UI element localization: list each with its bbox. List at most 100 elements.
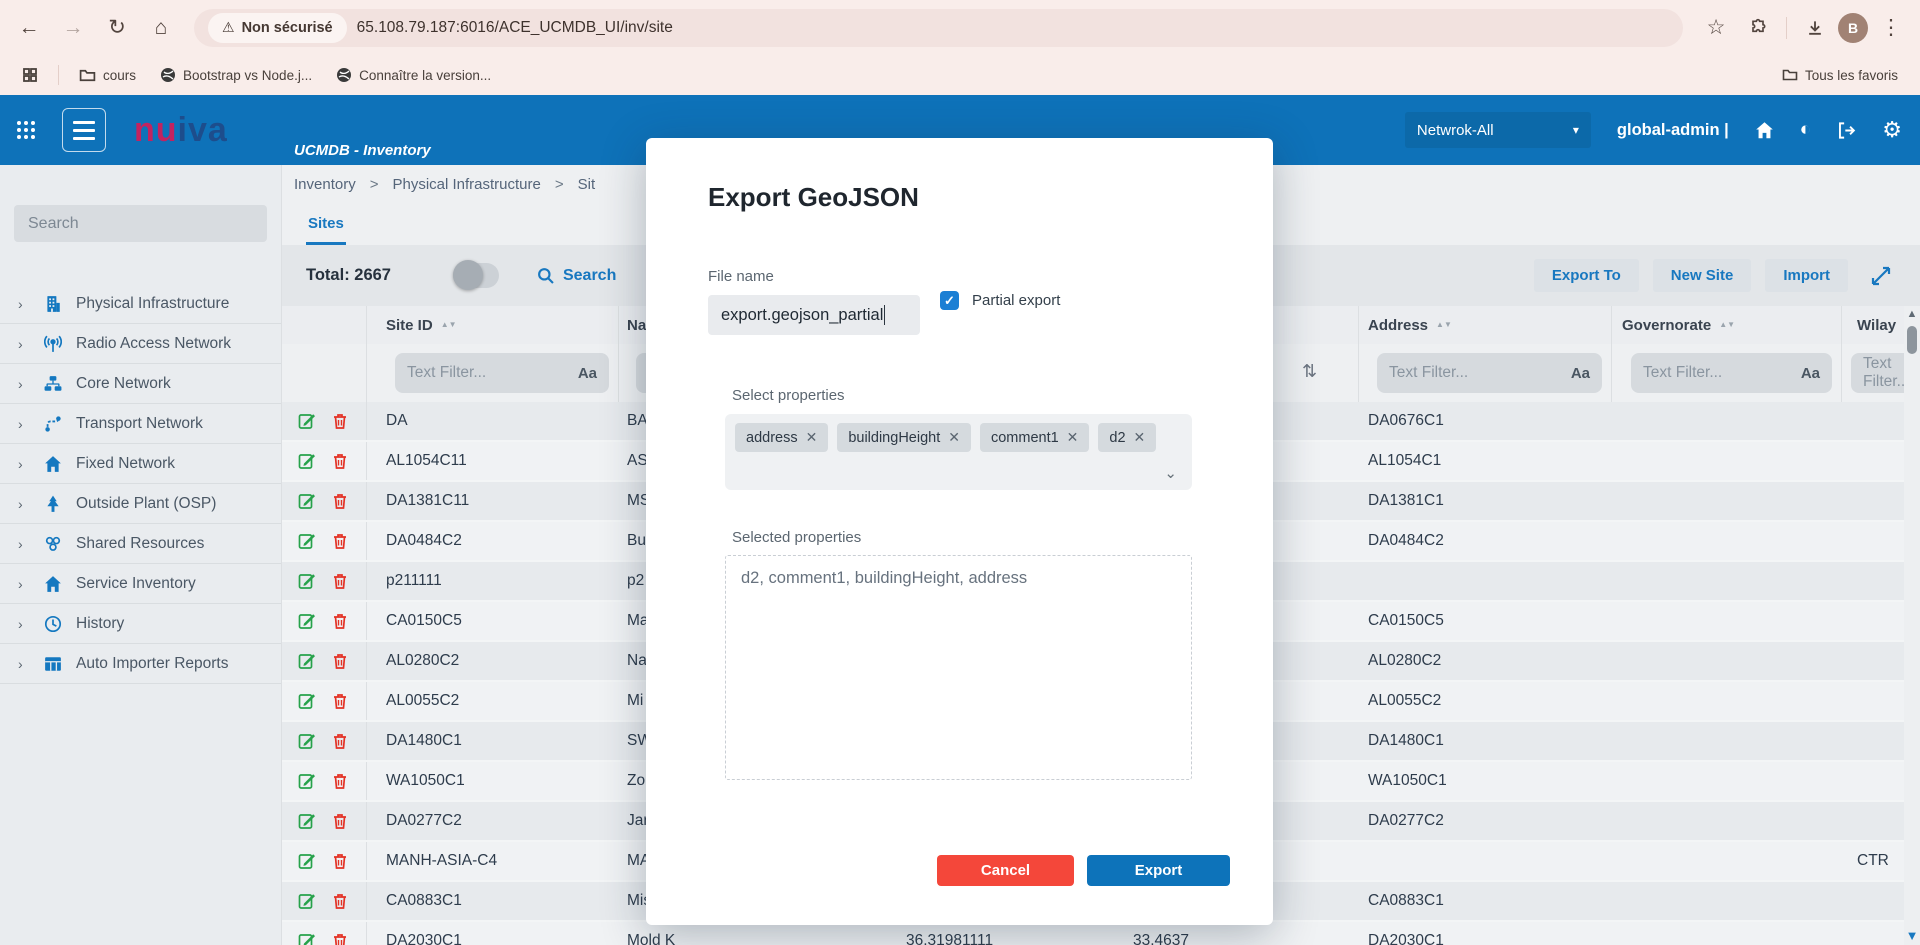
sidebar-item[interactable]: › Auto Importer Reports [0,644,281,684]
settings-gear-icon[interactable]: ⚙ [1882,117,1902,143]
all-bookmarks[interactable]: Tous les favoris [1774,63,1906,87]
edit-icon[interactable] [298,652,316,670]
edit-icon[interactable] [298,852,316,870]
browser-menu-icon[interactable]: ⋮ [1872,9,1910,47]
bookmark-star-icon[interactable]: ☆ [1697,9,1735,47]
scroll-up-icon[interactable]: ▲ [1907,308,1918,320]
table-scrollbar[interactable]: ▲ ▼ [1904,306,1920,945]
new-site-button[interactable]: New Site [1653,259,1752,292]
edit-icon[interactable] [298,572,316,590]
home-icon[interactable] [1755,121,1774,140]
edit-icon[interactable] [298,732,316,750]
downloads-icon[interactable] [1796,9,1834,47]
delete-icon[interactable] [331,452,349,470]
sidebar-item[interactable]: › Outside Plant (OSP) [0,484,281,524]
security-chip[interactable]: ⚠ Non sécurisé [208,13,347,43]
edit-icon[interactable] [298,812,316,830]
network-selector[interactable]: Netwrok-All ▾ [1405,112,1591,148]
remove-tag-icon[interactable]: ✕ [806,429,818,446]
sidebar-item[interactable]: › Service Inventory [0,564,281,604]
edit-icon[interactable] [298,932,316,945]
delete-icon[interactable] [331,532,349,550]
remove-tag-icon[interactable]: ✕ [1067,429,1079,446]
delete-icon[interactable] [331,772,349,790]
breadcrumb-item[interactable]: Sit > [578,176,632,193]
logout-icon[interactable] [1837,121,1856,140]
wilaya-filter-input[interactable]: Text Filter... [1851,353,1904,393]
chevron-down-icon[interactable]: ⌄ [1164,464,1177,482]
delete-icon[interactable] [331,492,349,510]
edit-icon[interactable] [298,612,316,630]
column-header-site-id[interactable]: Site ID▲▼ [367,306,619,344]
scroll-down-icon[interactable]: ▼ [1906,928,1919,943]
contrast-icon[interactable]: ◐ [1800,119,1811,141]
bookmark-item[interactable]: Connaître la version... [328,63,499,87]
sidebar-item[interactable]: › Transport Network [0,404,281,444]
case-sensitive-toggle[interactable]: Aa [578,365,597,382]
remove-tag-icon[interactable]: ✕ [948,429,960,446]
sidebar-item[interactable]: › Radio Access Network [0,324,281,364]
delete-icon[interactable] [331,572,349,590]
column-header-governorate[interactable]: Governorate▲▼ [1612,306,1842,344]
profile-avatar[interactable]: B [1838,13,1868,43]
number-filter-icon[interactable]: ⇅ [1302,361,1317,382]
delete-icon[interactable] [331,612,349,630]
delete-icon[interactable] [331,932,349,945]
selected-properties-textarea[interactable]: d2, comment1, buildingHeight, address [725,555,1192,780]
address-bar[interactable]: ⚠ Non sécurisé 65.108.79.187:6016/ACE_UC… [194,9,1683,47]
remove-tag-icon[interactable]: ✕ [1134,429,1146,446]
address-filter-input[interactable]: Text Filter...Aa [1377,353,1602,393]
search-button[interactable]: Search [537,267,616,285]
export-button[interactable]: Export [1087,855,1230,886]
sort-icon[interactable]: ▲▼ [441,322,457,328]
import-button[interactable]: Import [1765,259,1848,292]
checkbox-checked-icon[interactable]: ✓ [940,291,959,310]
partial-export-checkbox[interactable]: ✓ Partial export [940,291,1060,310]
sidebar-search-input[interactable]: Search [14,205,267,242]
expand-fullscreen-icon[interactable] [1862,259,1900,292]
back-icon[interactable]: ← [10,9,48,47]
reload-icon[interactable]: ↻ [98,9,136,47]
delete-icon[interactable] [331,852,349,870]
edit-icon[interactable] [298,412,316,430]
edit-icon[interactable] [298,892,316,910]
scrollbar-thumb[interactable] [1907,326,1917,354]
breadcrumb-item[interactable]: Inventory > [294,176,392,193]
extensions-icon[interactable] [1739,9,1777,47]
edit-icon[interactable] [298,772,316,790]
browser-home-icon[interactable]: ⌂ [142,9,180,47]
table-row[interactable]: DA2030C1 Mold K 36.31981111 33.4637 DA20… [282,922,1920,945]
bookmark-item[interactable]: Bootstrap vs Node.j... [152,63,320,87]
delete-icon[interactable] [331,692,349,710]
edit-icon[interactable] [298,692,316,710]
governorate-filter-input[interactable]: Text Filter...Aa [1631,353,1832,393]
delete-icon[interactable] [331,892,349,910]
waffle-grid-icon[interactable] [16,120,36,140]
delete-icon[interactable] [331,652,349,670]
column-header-wilaya[interactable]: Wilay [1842,306,1904,344]
sidebar-item[interactable]: › Shared Resources [0,524,281,564]
forward-icon[interactable]: → [54,9,92,47]
hamburger-menu-icon[interactable] [62,108,106,152]
sidebar-item[interactable]: › History [0,604,281,644]
tab-sites[interactable]: Sites [306,215,346,245]
file-name-input[interactable]: export.geojson_partial [708,295,920,335]
edit-icon[interactable] [298,492,316,510]
delete-icon[interactable] [331,412,349,430]
apps-grid-icon[interactable] [14,63,46,87]
delete-icon[interactable] [331,812,349,830]
column-header-address[interactable]: Address▲▼ [1359,306,1612,344]
sidebar-item[interactable]: › Fixed Network [0,444,281,484]
export-to-button[interactable]: Export To [1534,259,1639,292]
bookmark-item[interactable]: cours [71,63,144,88]
toggle-switch[interactable] [453,263,499,288]
sidebar-item[interactable]: › Physical Infrastructure [0,284,281,324]
delete-icon[interactable] [331,732,349,750]
edit-icon[interactable] [298,532,316,550]
url-text[interactable]: 65.108.79.187:6016/ACE_UCMDB_UI/inv/site [357,19,673,37]
sort-icon[interactable]: ▲▼ [1719,322,1735,328]
breadcrumb-item[interactable]: Physical Infrastructure > [392,176,577,193]
cancel-button[interactable]: Cancel [937,855,1074,886]
sort-icon[interactable]: ▲▼ [1436,322,1452,328]
select-properties-input[interactable]: address ✕ buildingHeight ✕ comment1 ✕ d2… [725,414,1192,490]
